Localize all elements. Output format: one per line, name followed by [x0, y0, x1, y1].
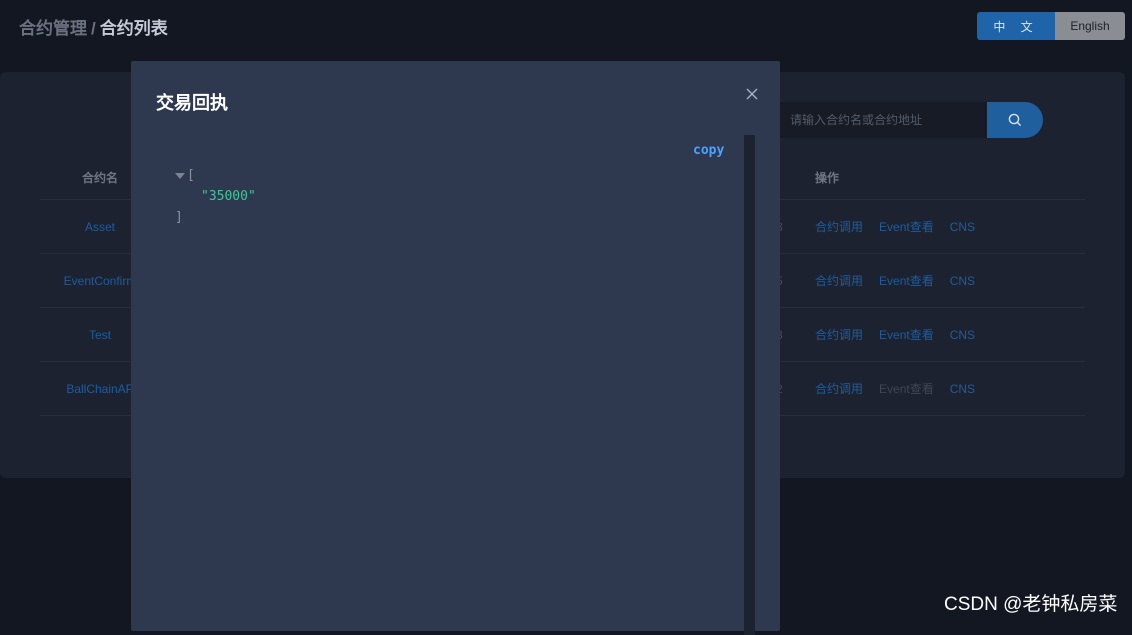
- contract-call-link[interactable]: 合约调用: [815, 326, 863, 343]
- event-view-link[interactable]: Event查看: [879, 326, 934, 343]
- json-viewer: [ "35000" ]: [175, 165, 256, 228]
- copy-button[interactable]: copy: [693, 143, 724, 158]
- breadcrumb: 合约管理 / 合约列表: [19, 14, 168, 39]
- cns-link[interactable]: CNS: [950, 328, 975, 342]
- row-operations: 合约调用 Event查看 CNS: [815, 200, 975, 253]
- scrollbar[interactable]: [744, 135, 755, 635]
- json-string-value: "35000": [201, 189, 256, 204]
- json-array-close-line: ]: [175, 207, 256, 228]
- search-input[interactable]: [778, 102, 987, 138]
- json-bracket-open: [: [187, 168, 195, 183]
- breadcrumb-current: 合约列表: [99, 19, 168, 38]
- collapse-toggle-icon[interactable]: [175, 172, 185, 179]
- language-en-button[interactable]: English: [1055, 12, 1125, 40]
- event-view-link[interactable]: Event查看: [879, 380, 934, 397]
- json-value-line: "35000": [175, 186, 256, 207]
- json-bracket-close: ]: [175, 210, 183, 225]
- header-operations: 操作: [815, 171, 840, 185]
- contract-call-link[interactable]: 合约调用: [815, 380, 863, 397]
- row-operations: 合约调用 Event查看 CNS: [815, 254, 975, 307]
- event-view-link[interactable]: Event查看: [879, 272, 934, 289]
- language-zh-button[interactable]: 中 文: [977, 12, 1055, 40]
- breadcrumb-parent[interactable]: 合约管理: [19, 19, 87, 38]
- dialog-title: 交易回执: [156, 93, 228, 113]
- search-button[interactable]: [987, 102, 1043, 138]
- cns-link[interactable]: CNS: [950, 382, 975, 396]
- row-operations: 合约调用 Event查看 CNS: [815, 362, 975, 415]
- breadcrumb-separator: /: [91, 19, 96, 38]
- cns-link[interactable]: CNS: [950, 274, 975, 288]
- event-view-link[interactable]: Event查看: [879, 218, 934, 235]
- contract-call-link[interactable]: 合约调用: [815, 218, 863, 235]
- search-icon: [1008, 113, 1022, 127]
- close-icon: [746, 88, 758, 100]
- search-bar: [778, 102, 1043, 138]
- watermark: CSDN @老钟私房菜: [944, 594, 1118, 615]
- transaction-receipt-dialog: 交易回执 copy [ "35000" ]: [131, 61, 780, 635]
- dialog-close-button[interactable]: [743, 85, 761, 103]
- row-operations: 合约调用 Event查看 CNS: [815, 308, 975, 361]
- cns-link[interactable]: CNS: [950, 220, 975, 234]
- json-array-open-line: [: [175, 165, 256, 186]
- language-switch: 中 文 English: [977, 12, 1125, 40]
- contract-call-link[interactable]: 合约调用: [815, 272, 863, 289]
